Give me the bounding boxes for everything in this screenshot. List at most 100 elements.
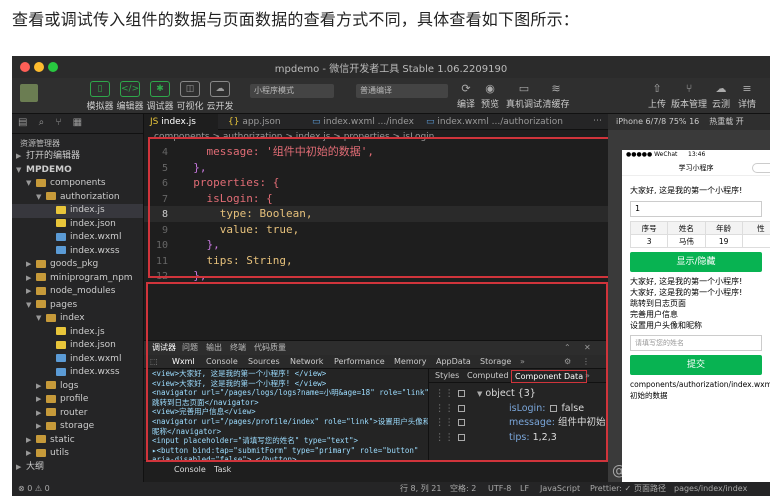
file-tree: ▼ components ▼ authorization index.js index.j… — [12, 177, 143, 474]
outline-section[interactable]: ▶ 大纲 — [12, 461, 143, 475]
search-icon[interactable]: ⌕ — [39, 117, 49, 128]
page-path[interactable]: pages/index/index — [674, 482, 747, 496]
tab-task[interactable]: Task — [214, 465, 231, 474]
language-mode[interactable]: JavaScript — [540, 482, 580, 496]
tree-item-label: logs — [60, 380, 79, 391]
chevron-right-icon: ▶ — [26, 273, 32, 282]
visual-toggle-button[interactable]: ◫ 可视化 — [176, 81, 204, 112]
folder-icon — [46, 381, 56, 389]
source-control-icon[interactable]: ⑂ — [55, 117, 65, 128]
line-ending[interactable]: LF — [520, 482, 529, 496]
tree-item-label: index.js — [70, 205, 105, 215]
number-input[interactable]: 1 — [630, 201, 762, 217]
tab-index-wxml-index[interactable]: ▭ index.wxml .../index — [306, 114, 416, 130]
folder-item[interactable]: ▶ node_modules — [12, 285, 143, 299]
tree-item-label: node_modules — [50, 286, 116, 296]
tree-item-label: router — [60, 407, 88, 418]
encoding[interactable]: UTF-8 — [488, 482, 511, 496]
submit-button[interactable]: 提交 — [630, 355, 762, 375]
simulator-toggle-button[interactable]: ▯ 模拟器 — [86, 81, 114, 112]
tree-item-label: authorization — [60, 191, 120, 202]
main-toolbar: ▯ 模拟器 </> 编辑器 ✱ 调试器 ◫ 可视化 ☁ 云开发 小程序模式 普通编译 ⟳ 编… — [12, 78, 770, 114]
upload-button[interactable]: ⇧ 上传 — [646, 82, 668, 110]
phone-nav-bar: 学习小程序 — [622, 160, 770, 176]
highlight-editor — [148, 137, 618, 278]
component-text: 初始的数据 — [630, 391, 668, 400]
cursor-position[interactable]: 行 8, 列 21 — [400, 482, 441, 496]
folder-icon — [46, 313, 56, 322]
profile-link[interactable]: 设置用户头像和昵称 — [622, 320, 770, 331]
branch-icon: ⑂ — [685, 82, 693, 95]
component-path-text: components/authorization/index.wxml — [630, 380, 770, 389]
explorer-sidebar: ▤ ⌕ ⑂ ▦ 资源管理器 ▶ 打开的编辑器 ▼ MPDEMO ▼ component… — [12, 114, 144, 482]
file-item[interactable]: index.wxss — [12, 366, 143, 380]
folder-item[interactable]: ▶ miniprogram_npm — [12, 272, 143, 286]
preview-button[interactable]: ◉ 预览 — [478, 82, 502, 110]
tab-console-bottom[interactable]: Console — [174, 465, 206, 474]
folder-item[interactable]: ▶ static — [12, 434, 143, 448]
toggle-button[interactable]: 显示/隐藏 — [630, 252, 762, 272]
folder-item[interactable]: ▶ utils — [12, 447, 143, 461]
tab-index-js[interactable]: JS index.js — [144, 114, 218, 130]
file-item[interactable]: index.js — [12, 204, 143, 218]
file-item[interactable]: index.json — [12, 339, 143, 353]
folder-item[interactable]: ▼ index — [12, 312, 143, 326]
chevron-right-icon: ▶ — [36, 408, 42, 417]
mode-select[interactable]: 小程序模式 — [250, 84, 334, 98]
file-item[interactable]: index.json — [12, 218, 143, 232]
eye-icon: ◉ — [485, 82, 495, 95]
folder-item[interactable]: ▶ logs — [12, 380, 143, 394]
folder-item[interactable]: ▶ storage — [12, 420, 143, 434]
folder-item[interactable]: ▶ router — [12, 407, 143, 421]
cloud-test-button[interactable]: ☁ 云测 — [710, 82, 732, 110]
prettier-status[interactable]: Prettier: ✓ — [590, 482, 631, 496]
tab-index-wxml-authorization[interactable]: ▭ index.wxml .../authorization — [420, 114, 570, 130]
project-section[interactable]: ▼ MPDEMO — [12, 164, 143, 178]
clear-cache-button[interactable]: ≋ 清缓存 — [542, 82, 570, 110]
js-file-icon: JS — [150, 117, 162, 127]
js-file-icon — [56, 205, 66, 214]
explorer-header: 资源管理器 — [20, 139, 60, 148]
folder-icon — [46, 408, 56, 416]
folder-item[interactable]: ▼ pages — [12, 299, 143, 313]
folder-item[interactable]: ▼ components — [12, 177, 143, 191]
wxss-file-icon — [56, 367, 66, 376]
file-item[interactable]: index.wxml — [12, 231, 143, 245]
device-select[interactable]: iPhone 6/7/8 75% 16 — [616, 117, 699, 126]
remote-debug-button[interactable]: ▭ 真机调试 — [504, 82, 544, 110]
editor-toggle-button[interactable]: </> 编辑器 — [116, 81, 144, 112]
logs-link[interactable]: 跳转到日志页面 — [622, 298, 770, 309]
wxml-file-icon: ▭ — [312, 117, 324, 127]
more-icon[interactable]: ⋯ — [593, 116, 602, 126]
version-button[interactable]: ⑂ 版本管理 — [670, 82, 708, 110]
capsule-icon[interactable] — [752, 163, 770, 173]
compile-select[interactable]: 普通编译 — [356, 84, 448, 98]
indent-spaces[interactable]: 空格: 2 — [450, 482, 476, 496]
debugger-toggle-button[interactable]: ✱ 调试器 — [146, 81, 174, 112]
folder-item[interactable]: ▼ authorization — [12, 191, 143, 205]
visual-icon: ◫ — [180, 81, 200, 97]
files-icon[interactable]: ▤ — [18, 117, 31, 128]
folder-item[interactable]: ▶ profile — [12, 393, 143, 407]
folder-item[interactable]: ▶ goods_pkg — [12, 258, 143, 272]
name-input[interactable]: 请填写您的姓名 — [630, 335, 762, 351]
tab-app-json[interactable]: {} app.json — [222, 114, 302, 130]
open-editors-section[interactable]: ▶ 打开的编辑器 — [12, 150, 143, 164]
folder-icon — [46, 192, 56, 200]
problems-count[interactable]: ⊗ 0 ⚠ 0 — [18, 482, 50, 496]
extensions-icon[interactable]: ▦ — [73, 117, 86, 128]
file-item[interactable]: index.wxss — [12, 245, 143, 259]
chevron-right-icon: ▶ — [16, 462, 22, 471]
tree-item-label: goods_pkg — [50, 259, 99, 269]
chevron-down-icon: ▼ — [26, 300, 32, 309]
file-item[interactable]: index.wxml — [12, 353, 143, 367]
avatar[interactable] — [20, 84, 38, 102]
tree-item-label: index.wxml — [70, 353, 122, 364]
compile-button[interactable]: ⟳ 编译 — [454, 82, 478, 110]
file-item[interactable]: index.js — [12, 326, 143, 340]
hot-reload-select[interactable]: 热重载 开 — [709, 117, 744, 126]
chevron-right-icon: ▶ — [36, 395, 42, 403]
cloud-dev-button[interactable]: ☁ 云开发 — [206, 81, 234, 112]
details-button[interactable]: ≡ 详情 — [736, 82, 758, 110]
code-icon: </> — [120, 81, 140, 97]
